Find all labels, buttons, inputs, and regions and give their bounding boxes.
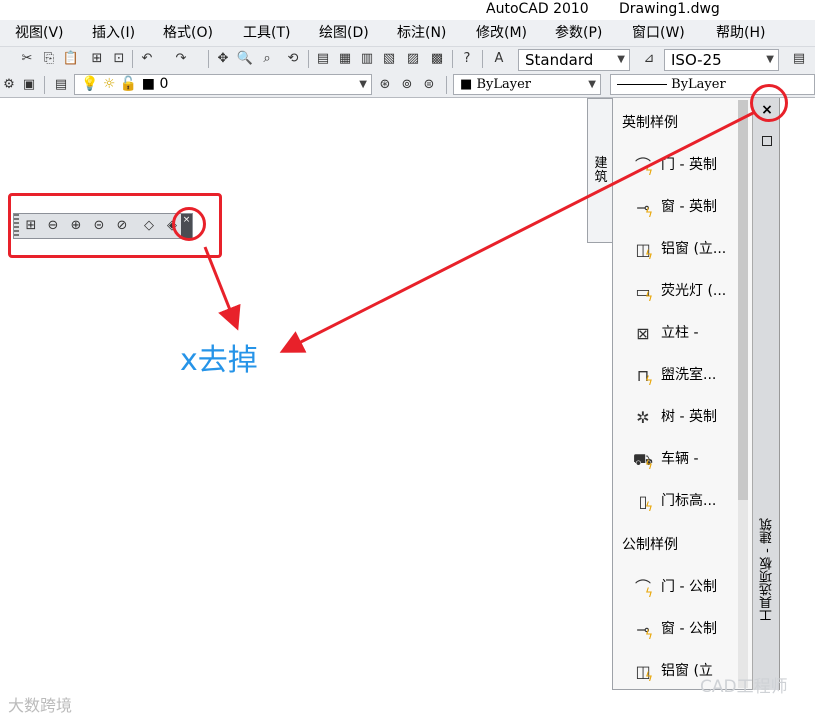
- annotation-label: x去掉: [180, 343, 258, 378]
- watermark-left: 大数跨境: [8, 696, 73, 715]
- annotation-arrows: [203, 110, 756, 353]
- arrow-to-label-from-palette: [279, 110, 756, 353]
- arrow-to-label-from-toolbar: [203, 246, 241, 331]
- watermark-right: CAD工程师: [700, 677, 788, 697]
